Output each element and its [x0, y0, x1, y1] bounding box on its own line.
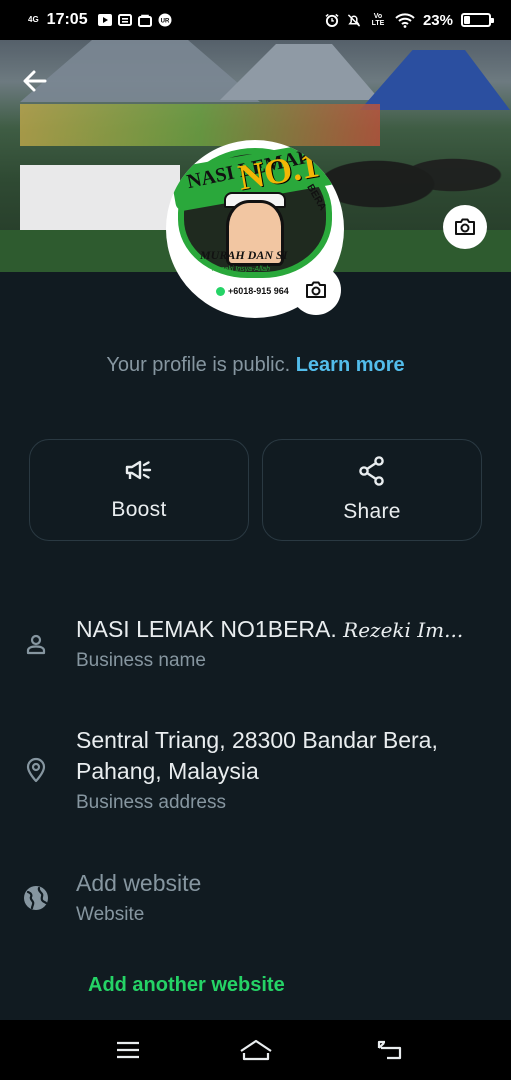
website-row[interactable]: Add website Website: [0, 866, 511, 936]
play-icon: [97, 13, 112, 27]
battery-level: [464, 16, 470, 24]
person-icon: [22, 630, 50, 658]
menu-button[interactable]: [106, 1034, 150, 1066]
cover-stall: [20, 165, 180, 235]
website-value: Add website: [76, 870, 202, 896]
globe-icon: [22, 884, 50, 912]
learn-more-link[interactable]: Learn more: [296, 354, 405, 376]
status-time: 17:05: [46, 11, 88, 28]
wifi-icon: [395, 12, 415, 28]
mail-icon: [117, 13, 132, 27]
arrow-left-icon: [23, 70, 47, 92]
bag-icon: [137, 13, 152, 27]
network-indicator: 4G: [28, 15, 39, 24]
boost-button[interactable]: Boost: [29, 439, 249, 541]
profile-visibility-notice: Your profile is public. Learn more: [0, 354, 511, 377]
status-bar: 4G 17:05 UR Vo LTE 23%: [0, 0, 511, 40]
business-name-script: Rezeki Im...: [343, 618, 464, 642]
location-pin-icon: [22, 756, 50, 784]
website-caption: Website: [76, 904, 145, 925]
svg-text:UR: UR: [160, 19, 169, 25]
share-button[interactable]: Share: [262, 439, 482, 541]
change-cover-button[interactable]: [443, 205, 487, 249]
business-name-caption: Business name: [76, 650, 206, 671]
menu-icon: [117, 1041, 139, 1059]
status-left: 4G 17:05 UR: [28, 11, 172, 29]
avatar-logo-tagline: Rezeki Insya-Allah: [212, 266, 270, 273]
system-nav-bar: [0, 1020, 511, 1080]
business-name-row[interactable]: NASI LEMAK NO1BERA. Rezeki Im... Busines…: [0, 610, 511, 680]
change-profile-photo-button[interactable]: [291, 265, 341, 315]
camera-notification-icon: UR: [158, 13, 172, 27]
avatar-logo-phone-text: +6018-915 964: [228, 286, 289, 296]
home-icon: [240, 1039, 272, 1061]
share-icon: [359, 456, 384, 486]
cover-tent: [20, 40, 260, 102]
cover-tent: [360, 50, 510, 110]
business-address-row[interactable]: Sentral Triang, 28300 Bandar Bera, Pahan…: [0, 724, 511, 820]
whatsapp-icon: [216, 286, 225, 296]
business-address-value: Sentral Triang, 28300 Bandar Bera, Pahan…: [76, 727, 438, 784]
camera-icon: [455, 218, 475, 235]
mute-icon: [347, 13, 361, 27]
back-icon: [377, 1040, 402, 1060]
home-button[interactable]: [234, 1034, 278, 1066]
back-button[interactable]: [16, 62, 54, 100]
public-text: Your profile is public.: [106, 354, 291, 376]
battery-percent: 23%: [422, 11, 453, 29]
volte-icon: Vo LTE: [371, 13, 385, 27]
business-address-caption: Business address: [76, 792, 226, 813]
avatar-logo-phone: +6018-915 964: [216, 286, 289, 296]
business-name-text: NASI LEMAK NO1BERA.: [76, 616, 337, 642]
camera-icon: [306, 281, 326, 298]
add-another-website-link[interactable]: Add another website: [88, 974, 285, 997]
cover-people: [320, 130, 510, 220]
cover-tent: [220, 44, 380, 100]
share-label: Share: [343, 500, 401, 523]
nav-back-button[interactable]: [368, 1034, 412, 1066]
avatar-logo-motto: MURAH DAN SI: [200, 248, 288, 262]
status-right: Vo LTE 23%: [325, 11, 494, 29]
boost-label: Boost: [111, 498, 167, 521]
business-name-value: NASI LEMAK NO1BERA. Rezeki Im...: [76, 614, 506, 646]
battery-icon: [461, 13, 494, 27]
megaphone-icon: [125, 460, 152, 480]
alarm-icon: [325, 13, 339, 27]
